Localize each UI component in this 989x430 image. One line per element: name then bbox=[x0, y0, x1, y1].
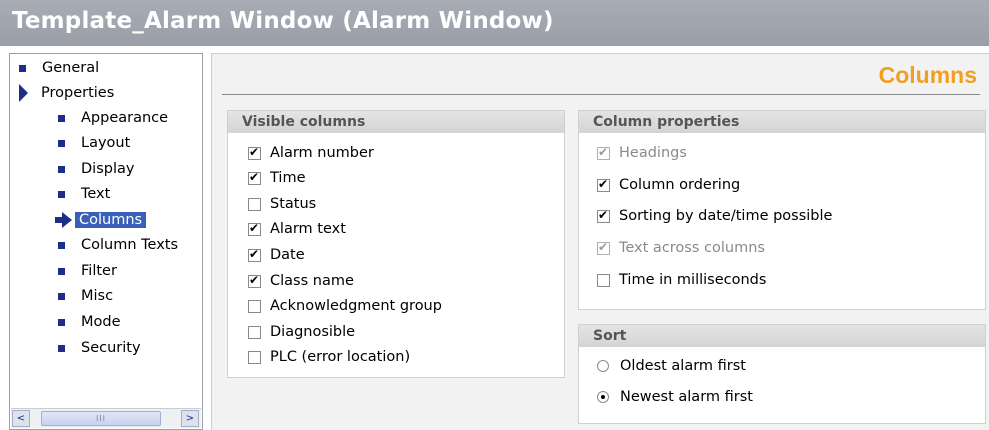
bullet-icon bbox=[58, 318, 65, 326]
checkbox-label: Acknowledgment group bbox=[270, 298, 442, 314]
section-title: Columns bbox=[878, 62, 977, 88]
checkbox-label: Status bbox=[270, 196, 317, 212]
columns-settings-panel: Columns Visible columns Alarm number Tim… bbox=[211, 53, 989, 430]
checkbox-label: Time bbox=[270, 170, 306, 186]
horizontal-scrollbar[interactable]: < III > bbox=[11, 408, 201, 428]
property-column-ordering[interactable]: Column ordering bbox=[597, 177, 740, 193]
tree-item-filter[interactable]: Filter bbox=[58, 259, 117, 283]
tree-item-label: Security bbox=[81, 340, 141, 356]
tree-item-general[interactable]: General bbox=[19, 56, 99, 80]
visible-column-class-name[interactable]: Class name bbox=[248, 273, 354, 289]
visible-column-plc-error-location[interactable]: PLC (error location) bbox=[248, 349, 410, 365]
visible-column-alarm-text[interactable]: Alarm text bbox=[248, 221, 346, 237]
tree-item-label: Misc bbox=[81, 288, 114, 304]
checkbox[interactable] bbox=[248, 170, 261, 185]
visible-columns-group: Visible columns Alarm number Time Status… bbox=[227, 110, 565, 378]
visible-column-diagnosible[interactable]: Diagnosible bbox=[248, 324, 355, 340]
checkbox[interactable] bbox=[597, 240, 610, 255]
checkbox-label: Column ordering bbox=[619, 177, 741, 193]
checkbox[interactable] bbox=[597, 273, 610, 287]
tree-item-columns[interactable]: Columns bbox=[55, 208, 147, 232]
bullet-icon bbox=[19, 64, 26, 72]
tree-item-label: General bbox=[42, 60, 100, 76]
checkbox[interactable] bbox=[248, 299, 261, 313]
sort-group: Sort Oldest alarm first Newest alarm fir… bbox=[578, 324, 986, 424]
visible-column-status[interactable]: Status bbox=[248, 196, 316, 212]
tree-item-layout[interactable]: Layout bbox=[58, 131, 130, 155]
checkbox[interactable] bbox=[248, 197, 261, 211]
checkbox[interactable] bbox=[248, 145, 261, 160]
section-divider bbox=[222, 94, 980, 95]
checkbox[interactable] bbox=[597, 177, 610, 192]
bullet-icon bbox=[58, 267, 65, 275]
bullet-icon bbox=[58, 344, 65, 352]
visible-column-alarm-number[interactable]: Alarm number bbox=[248, 145, 374, 161]
checkbox[interactable] bbox=[248, 221, 261, 236]
checkbox-label: Diagnosible bbox=[270, 324, 356, 340]
tree-item-column-texts[interactable]: Column Texts bbox=[58, 233, 178, 257]
tree-item-label: Columns bbox=[75, 212, 147, 228]
bullet-icon bbox=[58, 139, 65, 147]
checkbox[interactable] bbox=[597, 208, 610, 223]
tree-item-label: Column Texts bbox=[81, 237, 179, 253]
bullet-icon bbox=[58, 190, 65, 198]
checkbox[interactable] bbox=[248, 273, 261, 288]
radio-label: Oldest alarm first bbox=[620, 358, 746, 374]
property-tree: General Properties Appearance Layout Dis… bbox=[9, 53, 203, 430]
tree-item-misc[interactable]: Misc bbox=[58, 284, 113, 308]
bullet-icon bbox=[58, 165, 65, 173]
bullet-icon bbox=[58, 241, 65, 249]
property-sorting-by-date-time[interactable]: Sorting by date/time possible bbox=[597, 208, 832, 224]
tree-item-mode[interactable]: Mode bbox=[58, 310, 121, 334]
property-time-in-milliseconds[interactable]: Time in milliseconds bbox=[597, 272, 766, 288]
tree-item-label: Properties bbox=[41, 85, 115, 101]
visible-column-acknowledgment-group[interactable]: Acknowledgment group bbox=[248, 298, 442, 314]
tree-item-properties[interactable]: Properties bbox=[19, 81, 114, 105]
tree-item-appearance[interactable]: Appearance bbox=[58, 106, 168, 130]
column-properties-group: Column properties Headings Column orderi… bbox=[578, 110, 986, 310]
radio-button[interactable] bbox=[597, 391, 609, 403]
checkbox-label: PLC (error location) bbox=[270, 349, 411, 365]
checkbox-label: Time in milliseconds bbox=[619, 272, 767, 288]
tree-item-label: Mode bbox=[81, 314, 121, 330]
tree-item-label: Filter bbox=[81, 263, 117, 279]
tree-item-label: Display bbox=[81, 161, 135, 177]
tree-item-text[interactable]: Text bbox=[58, 182, 110, 206]
sort-option-newest-first[interactable]: Newest alarm first bbox=[597, 389, 753, 405]
checkbox-label: Alarm number bbox=[270, 145, 374, 161]
checkbox[interactable] bbox=[248, 247, 261, 262]
sort-header: Sort bbox=[579, 325, 985, 347]
visible-columns-header: Visible columns bbox=[228, 111, 564, 133]
checkbox[interactable] bbox=[597, 145, 610, 160]
tree-item-security[interactable]: Security bbox=[58, 336, 141, 360]
checkbox-label: Alarm text bbox=[270, 221, 346, 237]
bullet-icon bbox=[58, 114, 65, 122]
tree-item-label: Layout bbox=[81, 135, 131, 151]
radio-label: Newest alarm first bbox=[620, 389, 753, 405]
visible-column-date[interactable]: Date bbox=[248, 247, 305, 263]
checkbox-label: Headings bbox=[619, 145, 687, 161]
tree-item-label: Text bbox=[81, 186, 111, 202]
visible-column-time[interactable]: Time bbox=[248, 170, 306, 186]
property-headings[interactable]: Headings bbox=[597, 145, 687, 161]
property-text-across-columns[interactable]: Text across columns bbox=[597, 240, 765, 256]
checkbox-label: Class name bbox=[270, 273, 354, 289]
checkbox[interactable] bbox=[248, 350, 261, 364]
checkbox-label: Date bbox=[270, 247, 305, 263]
checkbox-label: Sorting by date/time possible bbox=[619, 208, 833, 224]
checkbox-label: Text across columns bbox=[619, 240, 765, 256]
bullet-icon bbox=[58, 292, 65, 300]
expand-arrow-icon bbox=[19, 84, 28, 102]
tree-item-display[interactable]: Display bbox=[58, 157, 134, 181]
radio-button[interactable] bbox=[597, 360, 609, 372]
scroll-thumb[interactable]: III bbox=[41, 411, 161, 426]
tree-item-label: Appearance bbox=[81, 110, 169, 126]
scroll-right-icon[interactable]: > bbox=[181, 410, 199, 427]
selected-arrow-icon bbox=[55, 212, 73, 228]
sort-option-oldest-first[interactable]: Oldest alarm first bbox=[597, 358, 746, 374]
window-title: Template_Alarm Window (Alarm Window) bbox=[0, 0, 989, 46]
column-properties-header: Column properties bbox=[579, 111, 985, 133]
checkbox[interactable] bbox=[248, 325, 261, 339]
scroll-left-icon[interactable]: < bbox=[12, 410, 30, 427]
